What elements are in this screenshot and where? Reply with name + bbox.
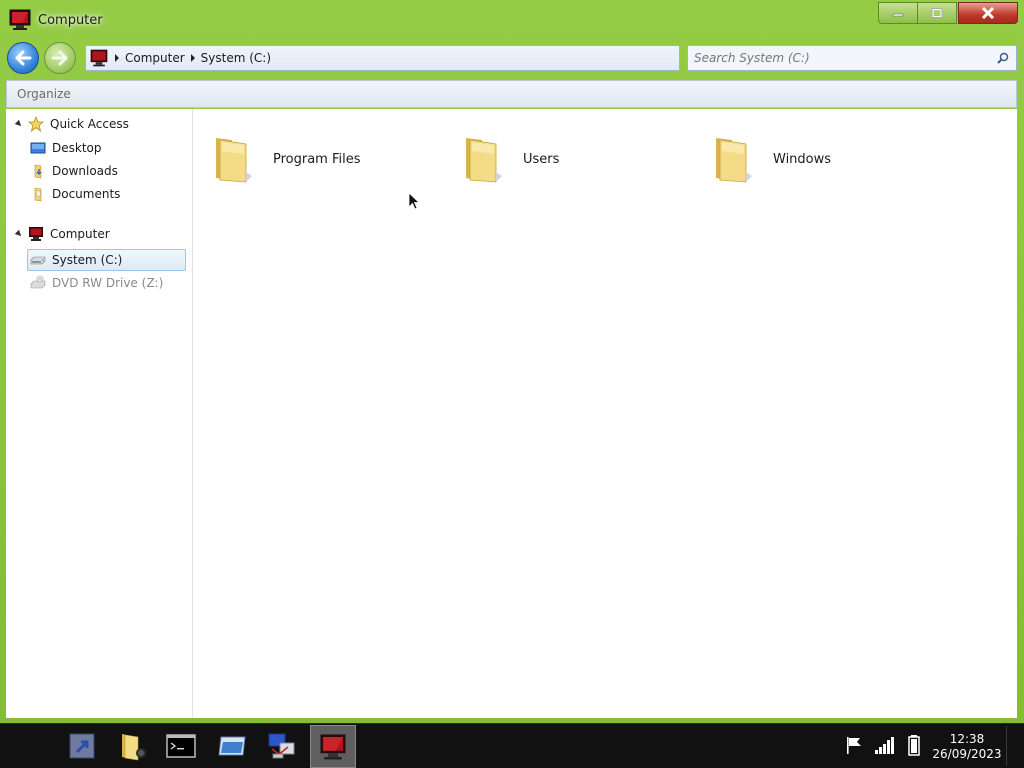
breadcrumb-label: Computer bbox=[125, 51, 185, 65]
file-manager-icon bbox=[122, 734, 146, 761]
folder-icon bbox=[716, 138, 752, 183]
expand-arrow-icon[interactable] bbox=[14, 229, 24, 239]
maximize-icon bbox=[931, 8, 943, 18]
system-clock[interactable]: 12:38 26/09/2023 bbox=[930, 732, 1004, 762]
minimize-icon bbox=[892, 13, 904, 17]
downloads-folder-icon bbox=[34, 164, 42, 179]
mouse-cursor-icon bbox=[408, 192, 420, 210]
sidebar-item-label: Documents bbox=[52, 187, 121, 201]
window-manager-icon bbox=[218, 736, 246, 756]
chevron-right-icon bbox=[115, 54, 119, 62]
taskbar-app-computer[interactable] bbox=[310, 725, 356, 768]
window-title: Computer bbox=[38, 13, 103, 28]
sidebar-item-computer[interactable]: Computer bbox=[14, 223, 110, 245]
terminal-icon bbox=[166, 734, 196, 758]
sidebar-item-desktop[interactable]: Desktop bbox=[30, 137, 102, 159]
computer-icon bbox=[9, 9, 31, 30]
back-button[interactable] bbox=[7, 42, 39, 74]
search-box[interactable] bbox=[687, 45, 1017, 71]
close-button[interactable] bbox=[958, 2, 1018, 24]
search-icon[interactable] bbox=[997, 52, 1009, 64]
title-bar[interactable]: Computer bbox=[0, 0, 1024, 42]
breadcrumb-computer[interactable]: Computer bbox=[115, 51, 185, 65]
maximize-button[interactable] bbox=[917, 2, 957, 24]
expand-arrow-icon[interactable] bbox=[14, 119, 24, 129]
dvd-drive-icon bbox=[30, 275, 46, 289]
folder-icon bbox=[466, 138, 502, 183]
breadcrumb-label: System (C:) bbox=[200, 51, 272, 65]
navigation-bar: Computer System (C:) bbox=[0, 40, 1024, 76]
command-bar: Organize bbox=[6, 80, 1017, 108]
clock-date: 26/09/2023 bbox=[932, 747, 1002, 761]
folder-label: Users bbox=[523, 151, 560, 167]
address-bar[interactable]: Computer System (C:) bbox=[85, 45, 680, 71]
organize-button[interactable]: Organize bbox=[17, 87, 71, 101]
breadcrumb-system-c[interactable]: System (C:) bbox=[190, 51, 272, 65]
content-area: Quick Access Desktop Downloads Documents… bbox=[6, 109, 1017, 718]
folder-label: Windows bbox=[773, 151, 832, 167]
folder-item-program-files[interactable]: Program Files bbox=[212, 131, 361, 187]
desktop-icon bbox=[30, 142, 46, 154]
sidebar-item-label: Computer bbox=[50, 227, 110, 241]
minimize-button[interactable] bbox=[878, 2, 918, 24]
sidebar-item-downloads[interactable]: Downloads bbox=[30, 160, 118, 182]
sidebar-item-quick-access[interactable]: Quick Access bbox=[14, 113, 129, 135]
computer-icon bbox=[90, 49, 108, 67]
network-icon bbox=[268, 733, 295, 759]
sidebar-item-label: Downloads bbox=[52, 164, 118, 178]
documents-folder-icon bbox=[34, 187, 42, 202]
folder-item-users[interactable]: Users bbox=[462, 131, 559, 187]
arrow-left-icon bbox=[15, 50, 32, 66]
sidebar-item-label: System (C:) bbox=[52, 253, 123, 267]
folder-label: Program Files bbox=[273, 151, 361, 167]
sidebar-item-label: Desktop bbox=[52, 141, 102, 155]
navigation-pane: Quick Access Desktop Downloads Documents… bbox=[6, 109, 193, 718]
chevron-right-icon bbox=[190, 54, 195, 62]
close-icon bbox=[981, 7, 995, 19]
taskbar-app-pointer[interactable] bbox=[65, 729, 99, 763]
taskbar-app-windows[interactable] bbox=[215, 729, 249, 763]
file-view: Program Files Users Windows bbox=[194, 109, 1017, 718]
taskbar-app-terminal[interactable] bbox=[164, 729, 198, 763]
search-input[interactable] bbox=[692, 50, 986, 66]
battery-icon[interactable] bbox=[903, 734, 925, 756]
arrow-right-icon bbox=[51, 50, 68, 66]
pointer-app-icon bbox=[69, 733, 95, 759]
sidebar-item-dvd-drive[interactable]: DVD RW Drive (Z:) bbox=[30, 272, 163, 294]
sidebar-item-system-c[interactable]: System (C:) bbox=[30, 249, 122, 271]
computer-icon bbox=[29, 227, 43, 241]
sidebar-item-label: DVD RW Drive (Z:) bbox=[52, 276, 164, 290]
taskbar: 12:38 26/09/2023 bbox=[0, 723, 1024, 768]
taskbar-app-files[interactable] bbox=[116, 729, 150, 763]
sidebar-item-label: Quick Access bbox=[50, 117, 129, 131]
clock-time: 12:38 bbox=[949, 732, 985, 746]
taskbar-app-network[interactable] bbox=[265, 729, 299, 763]
forward-button[interactable] bbox=[44, 42, 76, 74]
computer-icon bbox=[320, 734, 346, 759]
flag-icon[interactable] bbox=[843, 734, 865, 756]
show-desktop-button[interactable] bbox=[1006, 726, 1021, 766]
star-icon bbox=[28, 116, 44, 132]
folder-icon bbox=[216, 138, 252, 183]
signal-bars-icon[interactable] bbox=[873, 734, 895, 756]
hard-drive-icon bbox=[30, 256, 46, 265]
explorer-window: Computer Computer System (C:) Search Sys… bbox=[0, 0, 1024, 723]
sidebar-item-documents[interactable]: Documents bbox=[30, 183, 120, 205]
folder-item-windows[interactable]: Windows bbox=[712, 131, 831, 187]
